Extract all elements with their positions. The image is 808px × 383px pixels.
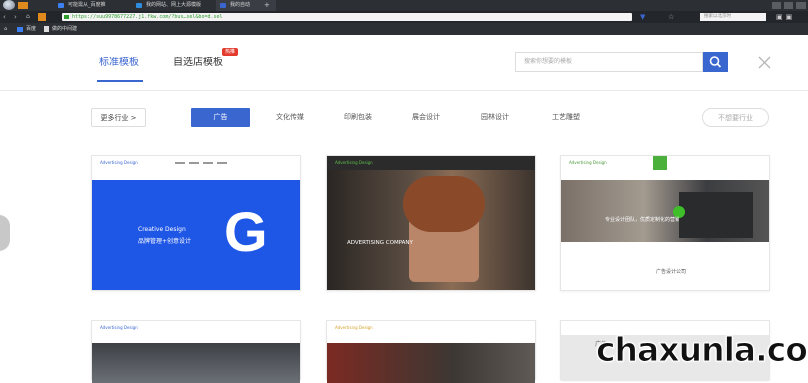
template-card-2[interactable]: Advertising Design ADVERTISING COMPANY bbox=[326, 155, 536, 291]
browser-logo-icon[interactable] bbox=[3, 0, 15, 10]
url-text: https://suu9978677227.j1.fkw.com/?bus…se… bbox=[72, 14, 223, 20]
tab-favicon-icon bbox=[136, 3, 142, 8]
browser-search-field[interactable]: 搜索以北京时 bbox=[700, 13, 766, 21]
secure-lock-icon bbox=[64, 15, 69, 19]
hero-headline: ADVERTISING COMPANY bbox=[347, 240, 413, 246]
apps-icon[interactable]: ⌂ bbox=[4, 23, 7, 35]
bookmarks-bar: ⌂ 百度 做的中间建 bbox=[0, 23, 808, 35]
template-card-5[interactable]: Advertising Design bbox=[326, 320, 536, 383]
template-card-1[interactable]: Advertising Design Creative Design 品牌管理+… bbox=[91, 155, 301, 291]
category-exhibition-design[interactable]: 展会设计 bbox=[406, 108, 446, 127]
category-craft-sculpture[interactable]: 工艺雕塑 bbox=[546, 108, 586, 127]
bookmark-item-2[interactable]: 做的中间建 bbox=[52, 23, 77, 35]
close-icon[interactable] bbox=[757, 55, 772, 70]
hero-letter: G bbox=[224, 200, 268, 263]
card-caption: 广告设计公司 bbox=[656, 269, 687, 275]
bookmark-folder-icon bbox=[17, 27, 23, 32]
card-brand: Advertising Design bbox=[335, 325, 373, 330]
card-hero: 专业设计团队，优质定制化的营销平台 bbox=[561, 180, 769, 242]
hero-photo-hair bbox=[403, 176, 485, 232]
card-brand: Advertising Design bbox=[335, 160, 373, 165]
active-tab-underline bbox=[97, 80, 143, 82]
bookmark-page-icon bbox=[44, 26, 49, 32]
category-garden-design[interactable]: 园林设计 bbox=[475, 108, 515, 127]
refresh-icon[interactable] bbox=[38, 13, 46, 21]
template-card-4[interactable]: Advertising Design bbox=[91, 320, 301, 383]
template-search-input[interactable]: 搜索你想要的模板 bbox=[515, 52, 703, 72]
card-nav: Advertising Design bbox=[92, 321, 300, 335]
browser-title-bar: 可能需从_百度推 我的网站、网上大源模版 我的自动 + bbox=[0, 0, 808, 11]
side-scroll-handle[interactable] bbox=[0, 215, 10, 251]
card-brand: Advertising Design bbox=[100, 325, 138, 330]
card-nav: Advertising Design bbox=[327, 321, 535, 335]
tab-standard-templates[interactable]: 标准模板 bbox=[99, 57, 139, 69]
hero-subline: 品牌管理+创意设计 bbox=[138, 238, 192, 245]
tab-favicon-icon bbox=[58, 3, 64, 8]
tab-label: 可能需从_百度推 bbox=[68, 2, 106, 8]
card-nav: Advertising Design bbox=[92, 156, 300, 170]
search-button[interactable] bbox=[703, 52, 728, 72]
card-nav: Advertising Design bbox=[561, 156, 769, 170]
window-close-icon[interactable] bbox=[796, 2, 806, 9]
card-hero: Creative Design 品牌管理+创意设计 G bbox=[92, 180, 300, 290]
tab-favicon-icon bbox=[220, 3, 226, 8]
new-tab-button[interactable]: + bbox=[264, 2, 272, 9]
card-brand: Advertising Design bbox=[569, 160, 607, 165]
category-culture-media[interactable]: 文化传媒 bbox=[270, 108, 310, 127]
home-icon[interactable]: ⌂ bbox=[26, 13, 34, 21]
window-minimize-icon[interactable] bbox=[772, 2, 781, 9]
category-print-packaging[interactable]: 印刷包装 bbox=[338, 108, 378, 127]
more-industry-button[interactable]: 更多行业 > bbox=[91, 108, 146, 127]
star-icon[interactable]: ☆ bbox=[668, 13, 676, 21]
card-hero bbox=[327, 343, 535, 383]
tab-label: 我的网站、网上大源模版 bbox=[146, 2, 202, 8]
tab-custom-templates[interactable]: 自选店模板 bbox=[173, 57, 223, 69]
bookmark-item-baidu[interactable]: 百度 bbox=[26, 23, 36, 35]
search-icon bbox=[709, 56, 722, 68]
category-advertising[interactable]: 广告 bbox=[191, 108, 250, 127]
nav-menu bbox=[175, 160, 231, 165]
browser-tab-1[interactable]: 可能需从_百度推 bbox=[54, 0, 130, 11]
card-hero bbox=[92, 343, 300, 383]
card-nav: Advertising Design bbox=[327, 156, 535, 170]
menu-icon[interactable]: ▣▣ bbox=[776, 13, 804, 21]
tab-label: 我的自动 bbox=[230, 2, 251, 8]
nav-forward-icon[interactable]: › bbox=[14, 13, 22, 21]
dropdown-arrow-icon[interactable]: ▼ bbox=[640, 13, 650, 21]
back-button[interactable] bbox=[18, 2, 28, 9]
nav-active-item bbox=[653, 156, 667, 170]
no-industry-button[interactable]: 不想要行业 bbox=[702, 108, 769, 127]
template-card-3[interactable]: Advertising Design 专业设计团队，优质定制化的营销平台 广告设… bbox=[560, 155, 770, 291]
hero-title: 专业设计团队，优质定制化的营销平台 bbox=[605, 217, 679, 223]
card-hero: ADVERTISING COMPANY bbox=[327, 170, 535, 290]
laptop-shape bbox=[679, 192, 753, 238]
card-brand: Advertising Design bbox=[100, 160, 138, 165]
url-field[interactable]: https://suu9978677227.j1.fkw.com/?bus…se… bbox=[62, 13, 632, 21]
nav-back-icon[interactable]: ‹ bbox=[3, 13, 11, 21]
window-maximize-icon[interactable] bbox=[784, 2, 793, 9]
hero-headline: Creative Design bbox=[138, 226, 186, 233]
hot-badge: 热推 bbox=[222, 48, 238, 56]
watermark: chaxunla.com bbox=[596, 330, 808, 370]
